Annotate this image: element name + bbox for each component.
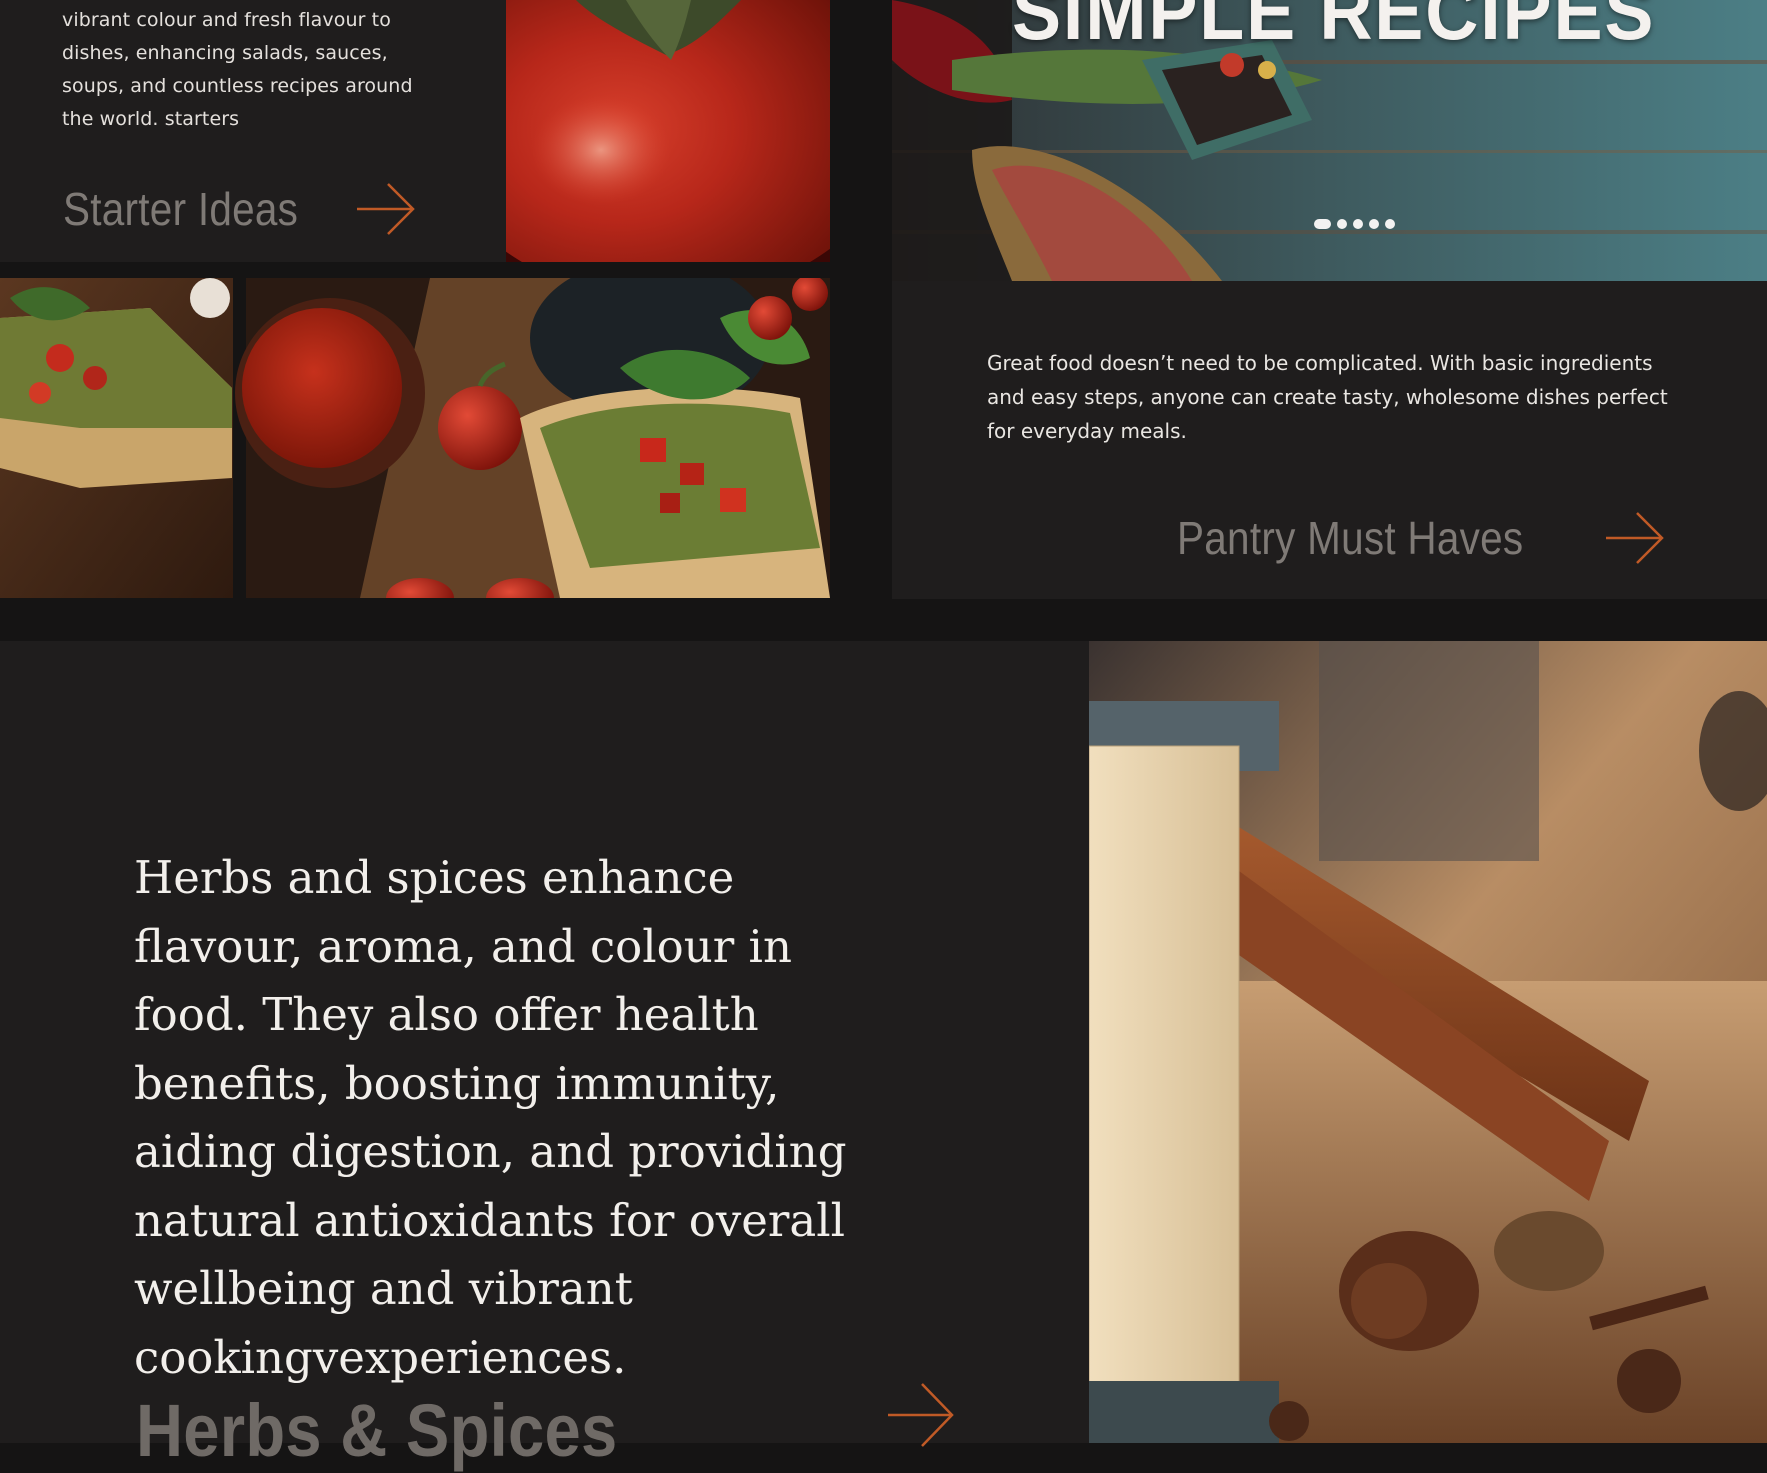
pantry-description: Great food doesn’t need to be complicate…	[987, 351, 1668, 443]
herbs-spices-link[interactable]: Herbs & Spices	[136, 1383, 954, 1472]
hero-title: SIMPLE RECIPES	[1012, 0, 1656, 56]
starter-ideas-link[interactable]: Starter Ideas	[63, 180, 423, 238]
bruschetta-photo	[0, 278, 830, 598]
arrow-right-icon	[357, 183, 415, 235]
arrow-right-icon	[1606, 512, 1664, 564]
herbs-spices-label: Herbs & Spices	[136, 1388, 618, 1472]
arrow-right-icon	[888, 1383, 954, 1447]
carousel-dot-1[interactable]	[1314, 219, 1331, 229]
carousel-dot-5[interactable]	[1385, 219, 1395, 229]
pantry-must-haves-label: Pantry Must Haves	[1177, 512, 1524, 564]
tomato-photo	[506, 0, 830, 262]
spices-photo	[1089, 641, 1767, 1443]
starter-ideas-label: Starter Ideas	[63, 183, 299, 235]
carousel-dot-2[interactable]	[1337, 219, 1347, 229]
carousel-dot-4[interactable]	[1369, 219, 1379, 229]
pantry-must-haves-link[interactable]: Pantry Must Haves	[1177, 508, 1667, 568]
herbs-description: Herbs and spices enhance flavour, aroma,…	[134, 851, 847, 1384]
carousel-dots	[1314, 219, 1395, 229]
starters-description: vibrant colour and fresh flavour to dish…	[62, 9, 413, 130]
carousel-dot-3[interactable]	[1353, 219, 1363, 229]
